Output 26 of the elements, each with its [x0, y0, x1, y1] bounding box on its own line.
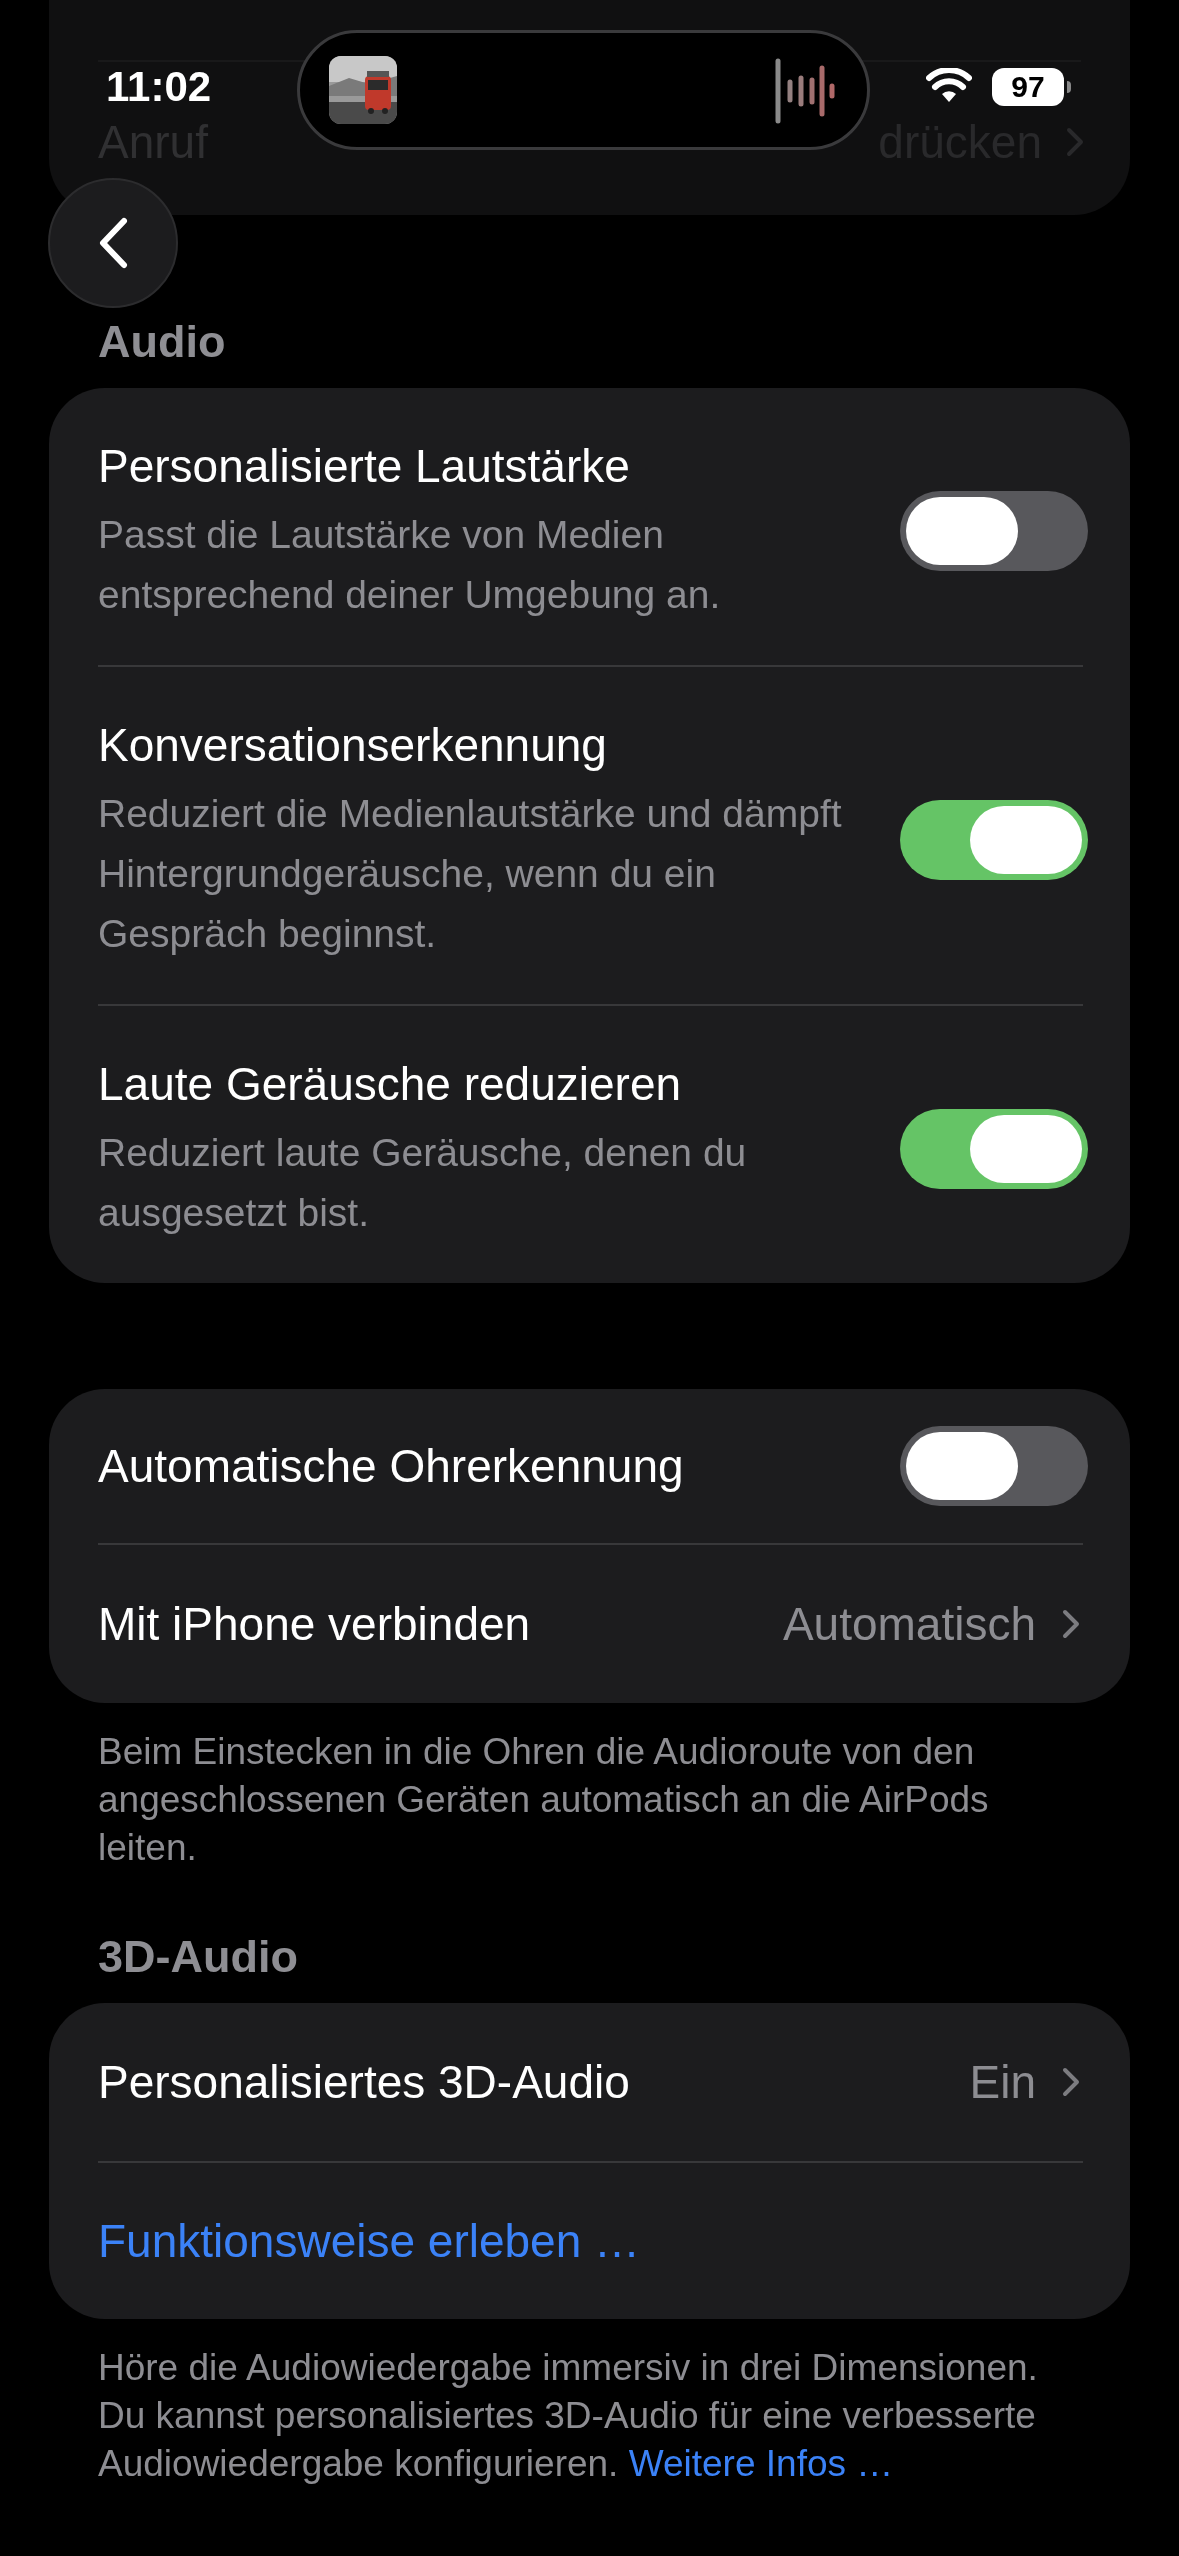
battery-tip-icon [1067, 81, 1071, 93]
link[interactable]: Weitere Infos … [628, 2443, 894, 2484]
setting-description: Reduziert laute Geräusche, denen du ausgesetzt bist. [98, 1130, 748, 1236]
link[interactable]: Funktionsweise erleben … [98, 2213, 641, 2269]
setting-title: Personalisierte Lautstärke [98, 439, 631, 494]
waveform-icon [774, 58, 836, 124]
setting-description: Passt die Lautstärke von Medien entsprechend deiner Umgebung an. [98, 512, 722, 618]
status-time: 11:02 [106, 62, 212, 112]
settings-row[interactable]: Mit iPhone verbinden Automatisch [49, 1545, 1130, 1703]
footer-text: Beim Einstecken in die Ohren die Audioroute von den angeschlossenen Geräten automatisch an die AirPods leiten. [98, 1730, 990, 1870]
chevron-icon [1062, 1609, 1080, 1639]
back-chevron-icon [97, 217, 129, 269]
footer-text: Höre die Audiowiedergabe immersiv in drei Dimensionen. Du kannst personalisiertes 3D-Audio für eine verbesserte Audiowiedergabe konfigurieren. Weitere Infos … [98, 2346, 1039, 2486]
section-header: Audio [97, 315, 227, 369]
setting-title: Automatische Ohrerkennung [98, 1439, 685, 1494]
wifi-icon [926, 68, 972, 104]
chevron-icon [1066, 127, 1084, 157]
settings-row[interactable]: Personalisiertes 3D-Audio Ein [49, 2003, 1130, 2161]
battery-indicator: 97 [992, 68, 1064, 106]
setting-title: Laute Geräusche reduzieren [98, 1057, 683, 1112]
setting-description: Reduziert die Medienlautstärke und dämpft Hintergrundgeräusche, wenn du ein Gespräch beginnst. [98, 791, 843, 957]
row-value: Automatisch [782, 1597, 1036, 1652]
row-value: Ein [969, 2055, 1036, 2110]
setting-title: Konversationserkennung [98, 718, 608, 773]
chevron-icon [1062, 2067, 1080, 2097]
section-header: 3D-Audio [97, 1930, 299, 1984]
